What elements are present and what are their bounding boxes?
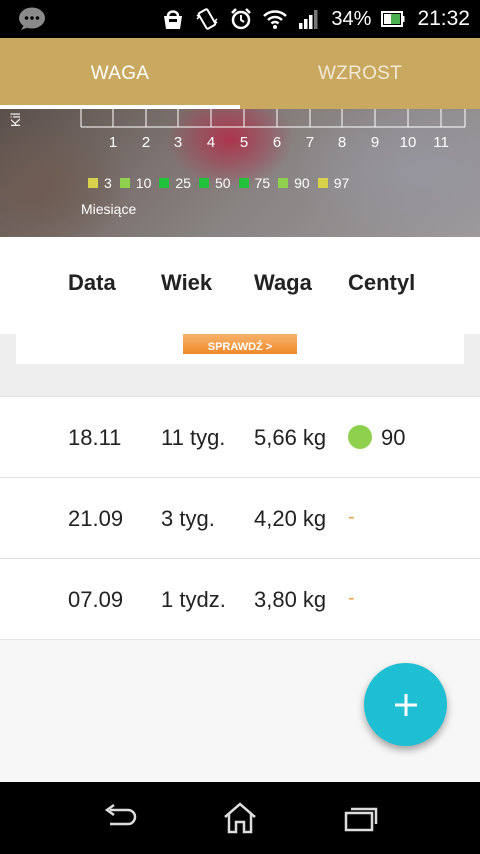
legend-label: 90 bbox=[294, 175, 310, 191]
legend-item: 25 bbox=[159, 175, 191, 191]
ad-card: SPRAWDŹ > bbox=[16, 334, 464, 364]
row-weight: 3,80 kg bbox=[254, 587, 327, 612]
row-weight: 4,20 kg bbox=[254, 506, 327, 531]
battery-percent: 34% bbox=[331, 7, 372, 30]
wifi-icon bbox=[263, 7, 288, 31]
tab-bar: WAGA WZROST bbox=[0, 38, 480, 109]
legend-swatch bbox=[198, 178, 209, 188]
x-tick: 9 bbox=[370, 134, 380, 151]
growth-chart[interactable]: Kil 1 2 3 4 5 6 7 8 9 10 11 3 10 25 50 7… bbox=[0, 109, 480, 237]
signal-icon bbox=[297, 7, 321, 31]
chart-grid bbox=[80, 109, 466, 128]
ad-button[interactable]: SPRAWDŹ > bbox=[183, 334, 297, 354]
legend-swatch bbox=[238, 178, 249, 188]
row-percentile: - bbox=[348, 587, 355, 609]
row-date: 21.09 bbox=[68, 506, 124, 531]
legend-label: 50 bbox=[214, 175, 231, 191]
legend-item: 97 bbox=[317, 175, 350, 191]
table-row[interactable]: 21.09 3 tyg. 4,20 kg - bbox=[0, 477, 480, 558]
legend-swatch bbox=[278, 178, 289, 188]
legend-swatch bbox=[88, 178, 98, 188]
x-axis-ticks: 1 2 3 4 5 6 7 8 9 10 11 bbox=[0, 134, 480, 154]
row-percentile: 90 bbox=[381, 425, 406, 450]
measurement-list: 18.11 11 tyg. 5,66 kg 90 21.09 3 tyg. 4,… bbox=[0, 396, 480, 640]
row-date: 18.11 bbox=[68, 425, 122, 450]
legend-item: 90 bbox=[278, 175, 310, 191]
x-tick: 2 bbox=[141, 134, 151, 151]
header-percentile: Centyl bbox=[348, 270, 416, 295]
row-age: 1 tydz. bbox=[161, 587, 226, 612]
row-age: 11 tyg. bbox=[161, 425, 226, 450]
battery-icon bbox=[381, 7, 405, 31]
x-tick: 3 bbox=[173, 134, 183, 151]
table-row[interactable]: 07.09 1 tydz. 3,80 kg - bbox=[0, 558, 480, 640]
legend-item: 10 bbox=[119, 175, 152, 191]
legend-label: 3 bbox=[104, 175, 112, 191]
row-weight: 5,66 kg bbox=[254, 425, 327, 450]
legend-swatch bbox=[119, 178, 130, 188]
table-row[interactable]: 18.11 11 tyg. 5,66 kg 90 bbox=[0, 396, 480, 477]
tab-waga[interactable]: WAGA bbox=[0, 38, 240, 109]
legend-label: 10 bbox=[135, 175, 152, 191]
legend-item: 50 bbox=[198, 175, 231, 191]
x-tick: 10 bbox=[399, 134, 417, 151]
legend-label: 75 bbox=[254, 175, 271, 191]
x-axis-label: Miesiące bbox=[81, 201, 137, 217]
y-axis-label: Kil bbox=[8, 112, 23, 127]
row-percentile: - bbox=[348, 506, 355, 528]
row-age: 3 tyg. bbox=[161, 506, 215, 531]
percentile-dot bbox=[348, 425, 372, 449]
recent-apps-button[interactable] bbox=[340, 800, 380, 836]
x-tick: 1 bbox=[108, 134, 118, 151]
tab-wzrost[interactable]: WZROST bbox=[240, 38, 480, 109]
back-icon bbox=[104, 804, 137, 826]
x-tick: 11 bbox=[433, 134, 449, 151]
vibrate-icon bbox=[195, 7, 219, 31]
legend-label: 25 bbox=[175, 175, 191, 191]
plus-icon bbox=[394, 693, 417, 716]
header-date: Data bbox=[68, 270, 116, 295]
home-icon bbox=[224, 802, 256, 834]
alarm-icon bbox=[229, 7, 253, 31]
legend-item: 75 bbox=[238, 175, 271, 191]
x-tick: 5 bbox=[239, 134, 249, 151]
percentile-legend: 3 10 25 50 75 90 97 bbox=[88, 175, 349, 191]
recent-apps-icon bbox=[344, 807, 378, 832]
header-age: Wiek bbox=[161, 270, 213, 295]
x-tick: 4 bbox=[206, 134, 216, 151]
legend-label: 97 bbox=[333, 175, 350, 191]
clock: 21:32 bbox=[417, 7, 470, 30]
table-header: Data Wiek Waga Centyl bbox=[0, 237, 480, 335]
status-bar: 34% 21:32 bbox=[0, 0, 480, 38]
back-button[interactable] bbox=[100, 800, 140, 836]
home-button[interactable] bbox=[220, 800, 260, 836]
row-date: 07.09 bbox=[68, 587, 124, 612]
navigation-bar bbox=[0, 782, 480, 854]
add-measurement-button[interactable] bbox=[364, 663, 447, 746]
legend-swatch bbox=[159, 178, 170, 188]
handbag-icon bbox=[161, 7, 185, 31]
x-tick: 7 bbox=[305, 134, 315, 151]
legend-item: 3 bbox=[88, 175, 112, 191]
legend-swatch bbox=[317, 178, 328, 188]
ad-banner-area: SPRAWDŹ > bbox=[0, 334, 480, 396]
x-tick: 8 bbox=[337, 134, 347, 151]
x-tick: 6 bbox=[272, 134, 282, 151]
chat-icon bbox=[18, 7, 46, 31]
header-weight: Waga bbox=[254, 270, 312, 295]
